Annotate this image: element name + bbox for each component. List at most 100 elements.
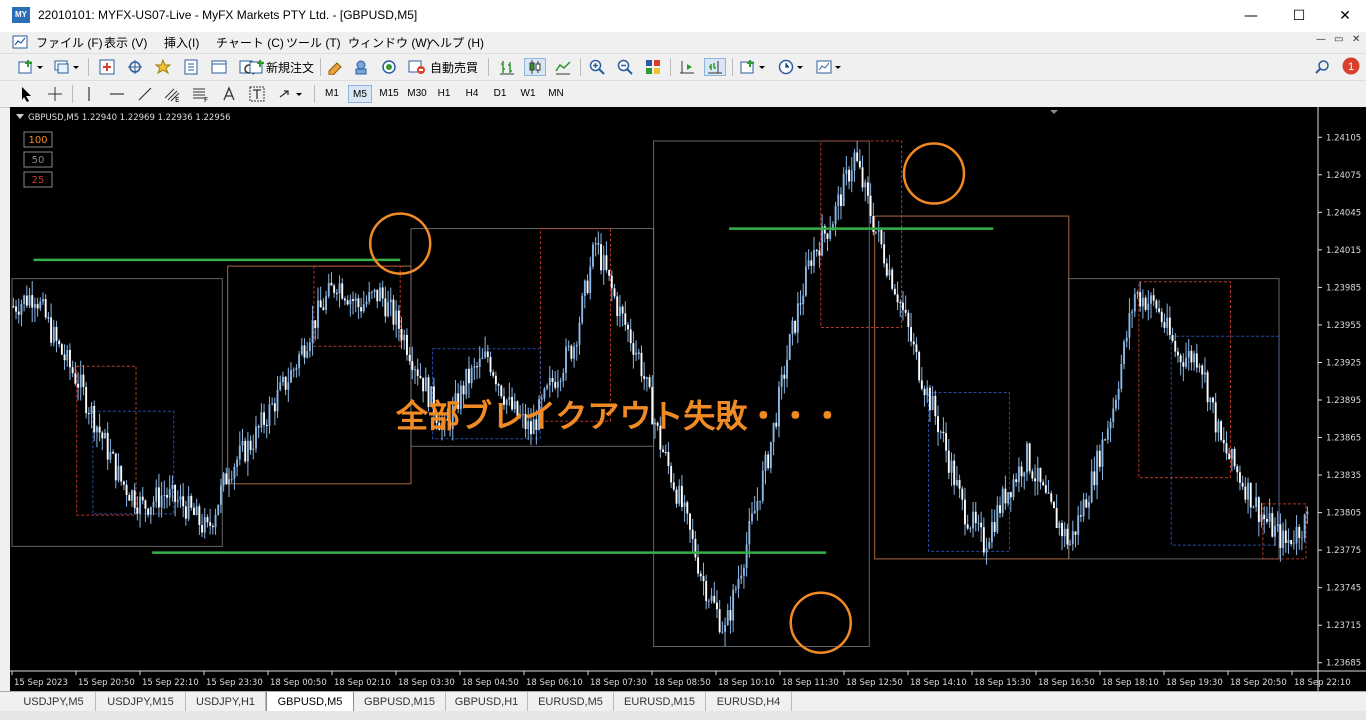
- candle-body: [788, 334, 791, 360]
- tab-usdjpy-h1[interactable]: USDJPY,H1: [186, 692, 266, 712]
- menu-file[interactable]: ファイル (F): [36, 34, 103, 51]
- line-chart-icon[interactable]: [552, 58, 574, 76]
- search-icon[interactable]: [1312, 58, 1332, 76]
- metaeditor-icon[interactable]: [324, 58, 346, 76]
- signals-icon[interactable]: [378, 58, 400, 76]
- vertical-line-icon[interactable]: [78, 85, 100, 103]
- zoom-in-icon[interactable]: [586, 58, 608, 76]
- candle-body: [465, 368, 468, 395]
- candlestick-chart[interactable]: 1.24105 1.24075 1.24045 1.24015 1.23985 1.239…: [10, 107, 1366, 691]
- timeframe-m15[interactable]: M15: [376, 85, 402, 103]
- trendline-icon[interactable]: [134, 85, 156, 103]
- chart-shift-icon[interactable]: [676, 58, 698, 76]
- timeframe-m1[interactable]: M1: [320, 85, 344, 103]
- zoom-out-icon[interactable]: [614, 58, 636, 76]
- candle-body: [308, 342, 311, 352]
- tab-gbpusd-m15[interactable]: GBPUSD,M15: [354, 692, 446, 712]
- one-click-trading-icon[interactable]: [1050, 110, 1058, 114]
- favorites-icon[interactable]: [152, 58, 174, 76]
- candle-body: [395, 310, 398, 325]
- minimize-button[interactable]: —: [1228, 0, 1274, 32]
- price-tick-label: 1.23715: [1326, 621, 1361, 631]
- candle-body: [1298, 526, 1301, 538]
- timeframe-w1[interactable]: W1: [516, 85, 540, 103]
- timeframe-mn[interactable]: MN: [544, 85, 568, 103]
- badge-25[interactable]: 25: [23, 171, 53, 188]
- candle-body: [187, 495, 190, 519]
- templates-icon[interactable]: [814, 58, 846, 76]
- menu-view[interactable]: 表示 (V): [104, 34, 147, 51]
- terminal-icon[interactable]: [208, 58, 230, 76]
- candle-body: [494, 375, 497, 385]
- menu-window[interactable]: ウィンドウ (W): [348, 34, 431, 51]
- periods-clock-icon[interactable]: [776, 58, 808, 76]
- new-order-icon[interactable]: [246, 58, 268, 76]
- menu-help[interactable]: ヘルプ (H): [428, 34, 484, 51]
- cursor-arrow-icon[interactable]: [16, 85, 38, 103]
- candle-body: [807, 260, 810, 267]
- mdi-close-button[interactable]: ✕: [1352, 34, 1360, 45]
- mdi-restore-button[interactable]: ▭: [1334, 34, 1343, 45]
- horizontal-line-icon[interactable]: [106, 85, 128, 103]
- text-icon[interactable]: [218, 85, 240, 103]
- candle-body: [12, 306, 15, 308]
- candle-body: [1222, 439, 1225, 444]
- timeframe-h4[interactable]: H4: [460, 85, 484, 103]
- auto-trading-button[interactable]: 自動売買: [430, 58, 478, 76]
- timeframe-d1[interactable]: D1: [488, 85, 512, 103]
- profiles-icon[interactable]: [52, 58, 82, 76]
- maximize-button[interactable]: ☐: [1276, 0, 1322, 32]
- symbol-dropdown-icon[interactable]: [16, 114, 24, 119]
- menu-chart[interactable]: チャート (C): [216, 34, 284, 51]
- crosshair-icon[interactable]: [44, 85, 66, 103]
- menu-insert[interactable]: 挿入(I): [164, 34, 199, 51]
- timeframe-m5[interactable]: M5: [348, 85, 372, 103]
- candle-body: [937, 416, 939, 432]
- candle-body: [98, 426, 101, 433]
- candle-body: [195, 506, 198, 515]
- badge-50[interactable]: 50: [23, 151, 53, 168]
- candle-body: [93, 405, 96, 433]
- tab-usdjpy-m15[interactable]: USDJPY,M15: [96, 692, 186, 712]
- candle-body: [726, 610, 729, 625]
- notification-icon[interactable]: 1: [1340, 57, 1362, 76]
- text-label-icon[interactable]: [246, 85, 268, 103]
- tab-gbpusd-m5[interactable]: GBPUSD,M5: [266, 692, 354, 712]
- tab-eurusd-m5[interactable]: EURUSD,M5: [528, 692, 614, 712]
- new-order-button[interactable]: 新規注文: [266, 58, 314, 76]
- auto-scroll-icon[interactable]: [704, 58, 726, 76]
- candle-body: [1085, 499, 1088, 508]
- candle-body: [400, 328, 403, 341]
- indicators-icon[interactable]: [738, 58, 770, 76]
- fibonacci-icon[interactable]: F: [190, 85, 212, 103]
- market-watch-icon[interactable]: [96, 58, 118, 76]
- tab-usdjpy-m5[interactable]: USDJPY,M5: [12, 692, 96, 712]
- candle-body: [397, 310, 400, 329]
- arrows-dropdown-icon[interactable]: [274, 85, 308, 103]
- menu-tools[interactable]: ツール (T): [286, 34, 341, 51]
- candle-body: [284, 376, 287, 390]
- tile-windows-icon[interactable]: [642, 58, 664, 76]
- badge-100[interactable]: 100: [23, 131, 53, 148]
- candlestick-chart-icon[interactable]: [524, 58, 546, 76]
- price-chart[interactable]: 1.24105 1.24075 1.24045 1.24015 1.23985 1.239…: [10, 107, 1366, 691]
- new-chart-icon[interactable]: [16, 58, 46, 76]
- tab-gbpusd-h1[interactable]: GBPUSD,H1: [446, 692, 528, 712]
- candle-body: [470, 367, 473, 384]
- crosshair-navigator-icon[interactable]: [124, 58, 146, 76]
- close-button[interactable]: ✕: [1322, 0, 1366, 32]
- candle-body: [977, 522, 980, 524]
- mdi-minimize-button[interactable]: —: [1316, 34, 1326, 45]
- notification-count: 1: [1348, 61, 1354, 73]
- candle-body: [147, 508, 150, 515]
- data-window-icon[interactable]: [180, 58, 202, 76]
- chat-icon[interactable]: [350, 58, 372, 76]
- timeframe-h1[interactable]: H1: [432, 85, 456, 103]
- timeframe-m30[interactable]: M30: [404, 85, 430, 103]
- tab-eurusd-h4[interactable]: EURUSD,H4: [706, 692, 792, 712]
- chart-window-icon[interactable]: [12, 34, 28, 50]
- tab-eurusd-m15[interactable]: EURUSD,M15: [614, 692, 706, 712]
- bar-chart-icon[interactable]: [496, 58, 518, 76]
- auto-trading-icon[interactable]: [406, 58, 428, 76]
- equidistant-channel-icon[interactable]: E: [162, 85, 184, 103]
